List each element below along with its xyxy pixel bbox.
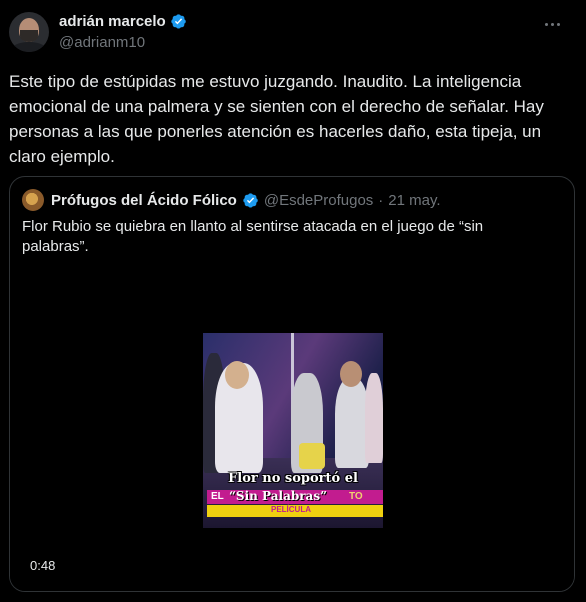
verified-badge-icon [171,14,186,29]
quoted-display-name[interactable]: Prófugos del Ácido Fólico [51,192,237,209]
quoted-avatar[interactable] [22,189,44,211]
author-name-row: adrián marcelo [59,13,187,30]
video-thumbnail[interactable]: Flor no soportó el EL “Sin Palabras” TO … [203,333,383,528]
author-handle[interactable]: @adrianm10 [59,34,145,51]
video-duration: 0:48 [30,558,56,573]
quoted-verified-badge-icon [243,192,258,208]
more-dots-icon[interactable] [540,14,564,34]
tweet-header: adrián marcelo @adrianm10 [0,0,586,62]
video-player[interactable]: Flor no soportó el EL “Sin Palabras” TO … [10,275,574,591]
quoted-separator: · [378,191,384,209]
video-sub-banner-text: PELÍCULA [271,505,311,514]
quoted-tweet[interactable]: Prófugos del Ácido Fólico @EsdeProfugos … [9,176,575,592]
author-display-name[interactable]: adrián marcelo [59,13,166,30]
video-banner-prefix: EL [211,491,224,502]
video-banner-suffix: TO [349,491,363,502]
tweet-text: Este tipo de estúpidas me estuvo juzgand… [9,72,544,166]
video-caption: Flor no soportó el [228,471,358,486]
quoted-handle[interactable]: @EsdeProfugos [264,192,373,209]
author-avatar[interactable] [9,12,49,52]
video-banner-text: “Sin Palabras” [229,489,327,503]
quoted-date[interactable]: 21 may. [388,192,440,209]
quoted-text: Flor Rubio se quiebra en llanto al senti… [22,218,484,255]
quoted-header: Prófugos del Ácido Fólico @EsdeProfugos … [22,189,441,211]
